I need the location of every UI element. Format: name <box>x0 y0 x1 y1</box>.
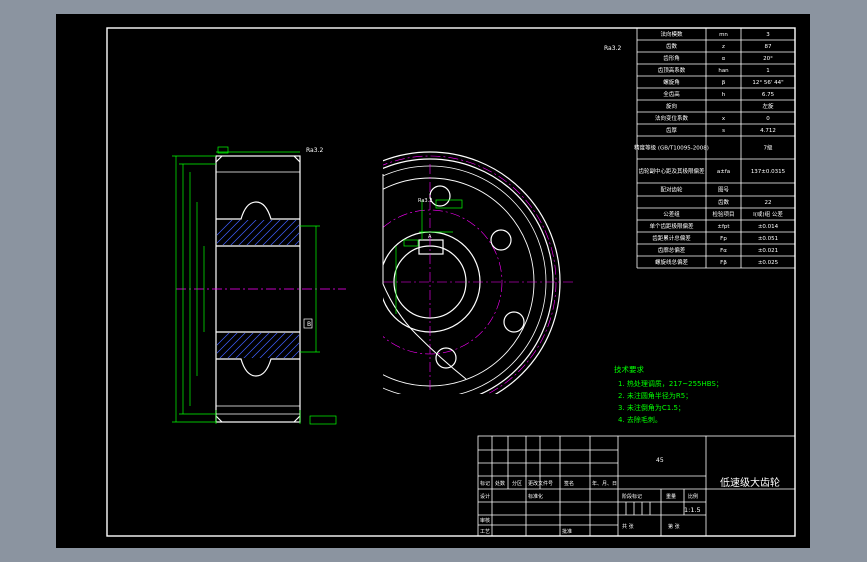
tb-standardize: 标准化 <box>528 493 543 500</box>
param-value: ±0.014 <box>758 224 779 230</box>
roughness-side: Ra3.2 <box>418 198 432 204</box>
tb-weight: 重量 <box>666 493 676 500</box>
param-value: ±0.051 <box>758 236 778 242</box>
param-value: 4.712 <box>760 128 776 134</box>
tb-material: 45 <box>656 457 664 464</box>
param-symbol: mn <box>719 32 728 38</box>
note-item: 3. 未注倒角为C1.5； <box>618 403 685 412</box>
front-view-dimensions <box>172 146 337 425</box>
roughness-front: Ra3.2 <box>306 147 323 154</box>
title-block-text: 标记 处数 分区 更改文件号 签名 年、月、日 设计 标准化 阶段标记 重量 比… <box>480 457 780 535</box>
general-roughness: Ra3.2 <box>604 45 621 52</box>
param-symbol: s <box>722 128 725 134</box>
param-symbol: Fα <box>720 248 727 254</box>
param-symbol: 图号 <box>718 186 730 194</box>
param-name: 螺旋线总偏差 <box>655 258 689 266</box>
front-view-labels: Ra3.2 B <box>306 147 323 328</box>
param-value: 20° <box>763 56 773 62</box>
tb-label: 分区 <box>512 480 522 487</box>
param-name: 精度等级 (GB/T10095-2008) <box>634 144 709 152</box>
param-value: 137±0.0315 <box>751 169 786 175</box>
tb-sheet-no: 第 张 <box>668 523 680 530</box>
param-name: 齿数 <box>666 42 678 50</box>
param-name: 法向模数 <box>660 30 683 38</box>
tb-approve: 批准 <box>562 528 572 535</box>
param-name: 齿形角 <box>663 54 680 62</box>
param-value: 1 <box>766 68 770 74</box>
param-symbol: 检验项目 <box>712 210 734 218</box>
param-name: 配对齿轮 <box>660 186 683 194</box>
param-value: 22 <box>765 200 772 206</box>
param-value: 左旋 <box>762 102 774 110</box>
param-symbol: Fβ <box>720 260 727 266</box>
param-symbol: x <box>722 116 726 122</box>
drawing-sheet: Ra3.2 B Ra3.2 A Ra3.2 法向模数 mn 3齿数 z 87齿形… <box>106 27 796 537</box>
tb-scale: 1:1.5 <box>684 506 701 514</box>
param-value: I(或)组 公差 <box>753 210 783 218</box>
param-value: 0 <box>766 116 770 122</box>
note-item: 1. 热处理调质，217~255HBS； <box>618 379 723 388</box>
param-name: 齿距累计总偏差 <box>652 234 691 242</box>
tb-label: 签名 <box>564 480 574 487</box>
param-name: 全齿高 <box>663 90 680 98</box>
note-item: 2. 未注圆角半径为R5； <box>618 391 692 400</box>
side-view: Ra3.2 A <box>382 151 576 394</box>
cad-viewport[interactable]: Ra3.2 B Ra3.2 A Ra3.2 法向模数 mn 3 齿数 z 87 … <box>56 14 810 548</box>
gear-parameter-table: 法向模数 mn 3 齿数 z 87 齿形角 α 20° 齿顶高系数 han 1 螺旋角 β 12° 56' … <box>634 27 796 269</box>
param-value: 3 <box>766 32 770 38</box>
param-name: 齿顶高系数 <box>658 66 686 74</box>
param-name: 齿轮副中心距及其极限偏差 <box>638 167 705 175</box>
tb-label: 处数 <box>495 480 505 487</box>
param-name: 螺旋角 <box>663 78 680 86</box>
param-symbol: α <box>722 56 726 62</box>
param-symbol: Fp <box>720 236 727 242</box>
tb-label: 标记 <box>480 480 490 487</box>
param-symbol: 齿数 <box>718 198 730 206</box>
param-symbol: han <box>718 68 729 74</box>
param-value: ±0.025 <box>758 260 779 266</box>
param-name: 单个齿距极限偏差 <box>649 222 694 230</box>
param-symbol: β <box>722 80 726 86</box>
param-name: 公差组 <box>663 210 680 218</box>
tb-sheet-total: 共 张 <box>622 523 634 530</box>
param-name: 法向变位系数 <box>655 114 689 122</box>
param-value: 87 <box>765 44 772 50</box>
param-symbol: a±fa <box>717 169 730 175</box>
param-value: 12° 56' 44" <box>752 80 783 86</box>
datum-a-tag: A <box>428 234 432 240</box>
note-item: 4. 去除毛刺。 <box>618 415 662 424</box>
tb-stage: 阶段标记 <box>622 493 642 500</box>
tb-part-name: 低速级大齿轮 <box>720 476 780 489</box>
tb-design: 设计 <box>480 493 490 500</box>
param-name: 齿厚 <box>666 127 678 134</box>
param-name: 旋向 <box>666 102 677 110</box>
param-value: 7级 <box>764 144 773 152</box>
param-value: ±0.021 <box>758 248 778 254</box>
tb-process: 工艺 <box>480 529 490 535</box>
tb-scale-label: 比例 <box>688 493 698 500</box>
param-name: 齿廓总偏差 <box>658 246 686 254</box>
tb-review: 审核 <box>480 517 490 524</box>
param-symbol: h <box>722 92 726 98</box>
param-symbol: ±fpt <box>717 224 730 230</box>
datum-b-tag: B <box>307 321 311 328</box>
param-value: 6.75 <box>762 92 775 98</box>
tb-label: 更改文件号 <box>528 480 553 487</box>
param-symbol: z <box>722 44 725 50</box>
tb-label: 年、月、日 <box>592 480 617 487</box>
notes-title: 技术要求 <box>614 364 644 374</box>
technical-notes: 技术要求 1. 热处理调质，217~255HBS； 2. 未注圆角半径为R5； … <box>614 364 723 424</box>
